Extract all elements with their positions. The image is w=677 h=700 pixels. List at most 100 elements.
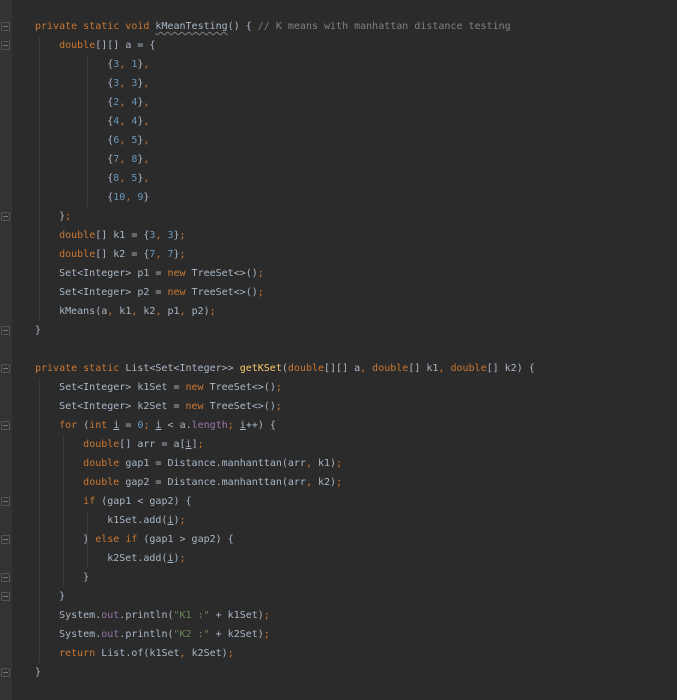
code-token: gap1 = Distance. (125, 458, 222, 469)
code-line[interactable]: private static List<Set<Integer>> getKSe… (35, 359, 535, 378)
code-line[interactable]: double[] k2 = {7, 7}; (35, 245, 535, 264)
code-token: return (59, 648, 102, 659)
code-token: of(k1Set (131, 648, 180, 659)
code-token: , (119, 78, 132, 89)
indent-guide (87, 55, 88, 207)
code-line[interactable]: } else if (gap1 > gap2) { (35, 530, 535, 549)
fold-marker-icon[interactable] (1, 497, 10, 506)
code-line[interactable]: } (35, 587, 535, 606)
code-line[interactable]: System.out.println("K2 :" + k2Set); (35, 625, 535, 644)
code-token: { (35, 78, 114, 89)
code-token: ; (227, 420, 240, 431)
code-token: ; (263, 629, 270, 640)
code-line[interactable]: double gap2 = Distance.manhanttan(arr, k… (35, 473, 535, 492)
fold-marker-icon[interactable] (1, 668, 10, 677)
code-token: [] k2 = { (95, 249, 150, 260)
code-token: ; (143, 420, 156, 431)
fold-marker-icon[interactable] (1, 535, 10, 544)
code-token: manhanttan(arr (221, 458, 306, 469)
code-token: , double (360, 363, 409, 374)
code-token: Set<Integer> p1 = (35, 268, 168, 279)
code-token: for (59, 420, 84, 431)
code-line[interactable]: } (35, 321, 535, 340)
code-token: = (119, 420, 138, 431)
code-line[interactable]: double[][] a = { (35, 36, 535, 55)
code-token: [] arr = a[ (119, 439, 186, 450)
code-token: new (185, 401, 210, 412)
code-line[interactable]: Set<Integer> p1 = new TreeSet<>(); (35, 264, 535, 283)
code-token: private static void (35, 21, 156, 32)
code-token: () { (227, 21, 258, 32)
code-token: List<Set<Integer>> (125, 363, 240, 374)
code-token: , (143, 135, 150, 146)
code-token: ; (336, 477, 343, 488)
code-token: } (35, 325, 42, 336)
code-line[interactable]: double[] arr = a[i]; (35, 435, 535, 454)
fold-marker-icon[interactable] (1, 421, 10, 430)
fold-marker-icon[interactable] (1, 212, 10, 221)
code-token: , (107, 306, 120, 317)
code-token: [] k2) { (486, 363, 535, 374)
code-editor[interactable]: private static void kMeanTesting() { // … (35, 17, 535, 682)
code-line[interactable]: k2Set.add(i); (35, 549, 535, 568)
code-token: double (287, 363, 325, 374)
code-token: Set<Integer> p2 = (35, 287, 168, 298)
code-line[interactable]: {3, 1}, (35, 55, 535, 74)
code-token: k2Set.add( (35, 553, 168, 564)
code-line[interactable]: {10, 9} (35, 188, 535, 207)
code-token: [][] a = { (95, 40, 156, 51)
fold-marker-icon[interactable] (1, 41, 10, 50)
code-token: , (155, 306, 168, 317)
code-token: } (35, 667, 42, 678)
code-line[interactable]: Set<Integer> k2Set = new TreeSet<>(); (35, 397, 535, 416)
code-line[interactable]: }; (35, 207, 535, 226)
code-line[interactable]: private static void kMeanTesting() { // … (35, 17, 535, 36)
code-token: // K means with manhattan distance testi… (257, 21, 511, 32)
code-token: { (35, 173, 114, 184)
code-line[interactable]: } (35, 568, 535, 587)
code-line[interactable]: System.out.println("K1 :" + k1Set); (35, 606, 535, 625)
fold-marker-icon[interactable] (1, 22, 10, 31)
code-token: ; (209, 306, 216, 317)
code-line[interactable]: {3, 3}, (35, 74, 535, 93)
indent-guide (63, 435, 64, 587)
code-token: double (59, 230, 96, 241)
code-line[interactable]: for (int i = 0; i < a.length; i++) { (35, 416, 535, 435)
code-line[interactable]: {2, 4}, (35, 93, 535, 112)
code-line[interactable]: k1Set.add(i); (35, 511, 535, 530)
code-token: , (305, 458, 318, 469)
code-line[interactable]: double[] k1 = {3, 3}; (35, 226, 535, 245)
fold-marker-icon[interactable] (1, 573, 10, 582)
code-token: , (125, 192, 138, 203)
fold-marker-icon[interactable] (1, 364, 10, 373)
fold-marker-icon[interactable] (1, 592, 10, 601)
code-token: double (59, 249, 96, 260)
code-line[interactable]: Set<Integer> p2 = new TreeSet<>(); (35, 283, 535, 302)
code-line[interactable] (35, 340, 535, 359)
code-token: [][] a (324, 363, 361, 374)
code-token: Set<Integer> k1Set = (35, 382, 186, 393)
code-token: TreeSet<>() (191, 268, 258, 279)
code-token: { (35, 192, 114, 203)
code-token: p2) (191, 306, 210, 317)
code-token: private static (35, 363, 126, 374)
code-line[interactable]: {4, 4}, (35, 112, 535, 131)
code-token: { (35, 135, 114, 146)
code-token: , (155, 230, 168, 241)
code-line[interactable]: kMeans(a, k1, k2, p1, p2); (35, 302, 535, 321)
code-line[interactable]: Set<Integer> k1Set = new TreeSet<>(); (35, 378, 535, 397)
code-line[interactable]: if (gap1 < gap2) { (35, 492, 535, 511)
fold-marker-icon[interactable] (1, 326, 10, 335)
code-line[interactable]: {8, 5}, (35, 169, 535, 188)
code-token: + k1Set) (209, 610, 264, 621)
code-line[interactable]: {6, 5}, (35, 131, 535, 150)
code-token: , (119, 97, 132, 108)
code-line[interactable]: double gap1 = Distance.manhanttan(arr, k… (35, 454, 535, 473)
code-line[interactable]: {7, 8}, (35, 150, 535, 169)
code-token: , double (438, 363, 487, 374)
code-token: { (35, 116, 114, 127)
code-line[interactable]: return List.of(k1Set, k2Set); (35, 644, 535, 663)
code-line[interactable]: } (35, 663, 535, 682)
code-token: (gap1 < gap2) { (101, 496, 192, 507)
